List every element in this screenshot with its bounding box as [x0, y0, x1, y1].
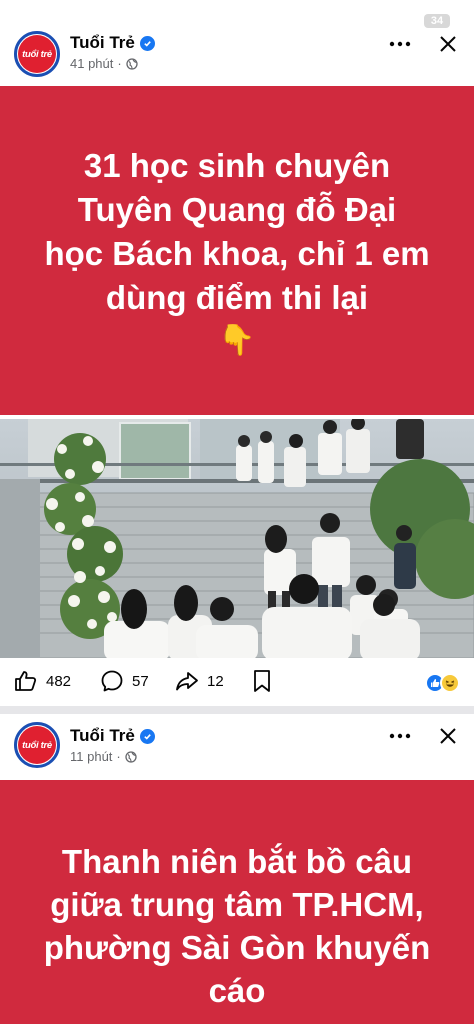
- page-name[interactable]: Tuổi Trẻ: [70, 726, 135, 746]
- comment-count: 57: [132, 672, 149, 690]
- share-count: 12: [207, 672, 224, 690]
- verified-icon: [139, 728, 155, 744]
- logo: tuổi trẻ: [18, 35, 56, 73]
- verified-icon: [139, 35, 155, 51]
- post-banner[interactable]: 31 học sinh chuyên Tuyên Quang đỗ Đại họ…: [0, 86, 474, 415]
- separator-dot: ·: [117, 56, 122, 71]
- comment-button[interactable]: 57: [100, 669, 149, 693]
- signal-icon: [373, 15, 391, 27]
- globe-icon: [126, 57, 138, 70]
- headline: 31 học sinh chuyên Tuyên Quang đỗ Đại họ…: [44, 146, 430, 316]
- headline: Thanh niên bắt bồ câu giữa trung tâm TP.…: [43, 843, 431, 1009]
- share-icon: [176, 672, 198, 691]
- post-time[interactable]: 11 phút: [70, 749, 112, 764]
- status-bar: 09:43 34: [0, 0, 474, 31]
- like-icon: [15, 671, 37, 691]
- like-count: 482: [46, 672, 72, 690]
- globe-icon: [125, 750, 137, 763]
- reaction-summary[interactable]: [425, 673, 460, 693]
- action-bar: 482 57 12: [0, 660, 474, 706]
- comment-icon: [101, 670, 123, 692]
- pointing-down-emoji: 👇: [218, 323, 256, 357]
- logo: tuổi trẻ: [18, 726, 56, 764]
- wifi-icon: [399, 15, 416, 27]
- save-button[interactable]: [252, 669, 272, 693]
- post-header: tuổi trẻ Tuổi Trẻ 11 phút ·: [0, 716, 474, 780]
- page-name[interactable]: Tuổi Trẻ: [70, 33, 135, 53]
- share-button[interactable]: 12: [175, 669, 224, 693]
- post-time[interactable]: 41 phút: [70, 56, 113, 71]
- haha-reaction-icon: [440, 673, 460, 693]
- status-time: 09:43: [38, 12, 83, 31]
- post-photo[interactable]: [0, 419, 474, 658]
- like-button[interactable]: 482: [14, 669, 71, 693]
- separator-dot: ·: [116, 749, 121, 764]
- battery-icon: 34: [424, 14, 450, 28]
- post-header: tuổi trẻ Tuổi Trẻ 41 phút ·: [0, 28, 474, 92]
- close-icon[interactable]: [434, 722, 462, 750]
- more-icon[interactable]: [386, 30, 414, 58]
- save-icon: [254, 670, 270, 692]
- avatar[interactable]: tuổi trẻ: [14, 31, 60, 77]
- more-icon[interactable]: [386, 722, 414, 750]
- post-divider: [0, 706, 474, 714]
- close-icon[interactable]: [434, 30, 462, 58]
- avatar[interactable]: tuổi trẻ: [14, 722, 60, 768]
- post-banner[interactable]: Thanh niên bắt bồ câu giữa trung tâm TP.…: [0, 780, 474, 1024]
